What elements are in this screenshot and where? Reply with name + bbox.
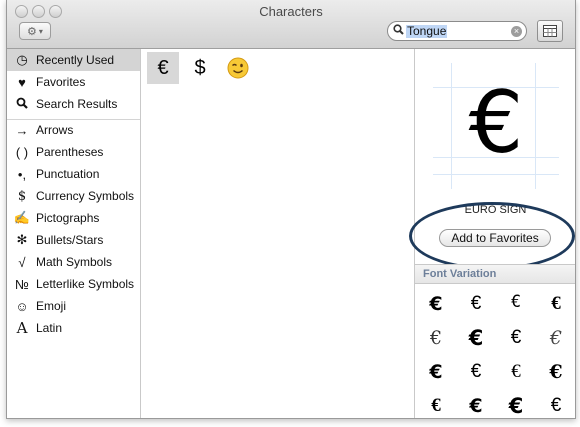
font-variation-cell[interactable]: € [497, 389, 535, 418]
font-variation-cell[interactable]: € [417, 321, 455, 355]
add-to-favorites-button[interactable]: Add to Favorites [439, 229, 551, 247]
character-cell[interactable]: $ [184, 52, 216, 84]
sidebar-item-parentheses[interactable]: ( ) Parentheses [7, 141, 140, 163]
search-input[interactable]: Tongue [406, 25, 448, 38]
sidebar-item-label: Emoji [36, 299, 67, 313]
font-variation-cell[interactable]: € [457, 389, 495, 418]
clear-search-icon[interactable]: × [511, 26, 522, 37]
sidebar-item-label: Arrows [36, 123, 74, 137]
guide-line [433, 174, 559, 175]
sidebar-item-pictographs[interactable]: ✍ Pictographs [7, 207, 140, 229]
sidebar-item-math-symbols[interactable]: √ Math Symbols [7, 251, 140, 273]
square-root-icon: √ [18, 254, 26, 270]
characters-window: Characters ⚙ ▾ Tongue × ◷ Recently Used … [6, 0, 576, 419]
font-variation-header: Font Variation [415, 264, 575, 284]
search-icon [393, 24, 404, 38]
font-variation-cell[interactable]: € [537, 389, 575, 418]
letter-a-icon: A [16, 319, 28, 337]
character-detail-panel: € EURO SIGN Add to Favorites Font Variat… [409, 49, 575, 418]
winking-face-icon [227, 57, 249, 79]
character-palette-button[interactable] [537, 20, 563, 42]
clock-icon: ◷ [16, 52, 28, 67]
numero-icon: № [15, 276, 29, 292]
sidebar-item-label: Bullets/Stars [36, 233, 104, 247]
font-variation-cell[interactable]: € [537, 355, 575, 389]
sidebar-item-label: Pictographs [36, 211, 100, 225]
font-variation-cell[interactable]: € [417, 389, 455, 418]
title-bar: Characters ⚙ ▾ Tongue × [7, 0, 575, 49]
window-title: Characters [259, 4, 323, 19]
font-variation-cell[interactable]: € [537, 321, 575, 355]
sidebar-item-label: Letterlike Symbols [36, 277, 135, 291]
font-variation-cell[interactable]: € [417, 355, 455, 389]
font-variation-cell[interactable]: € [497, 355, 535, 389]
sidebar-item-label: Currency Symbols [36, 189, 135, 203]
sidebar-item-punctuation[interactable]: •, Punctuation [7, 163, 140, 185]
pictograph-icon: ✍ [13, 210, 31, 225]
character-cell[interactable]: € [147, 52, 179, 84]
sidebar-item-emoji[interactable]: ☺ Emoji [7, 295, 140, 317]
character-cell[interactable] [222, 52, 254, 84]
smiley-icon: ☺ [15, 298, 29, 314]
sidebar-item-label: Search Results [36, 97, 118, 111]
preview-glyph: € [468, 73, 524, 173]
font-variation-cell[interactable]: € [497, 285, 535, 319]
sidebar-item-label: Favorites [36, 75, 86, 89]
heart-icon: ♥ [18, 74, 26, 90]
grid-icon [543, 25, 557, 37]
sidebar-item-currency-symbols[interactable]: $ Currency Symbols [7, 185, 140, 207]
category-sidebar: ◷ Recently Used ♥ Favorites Search Resul… [7, 49, 141, 418]
font-variation-cell[interactable]: € [537, 287, 575, 321]
gear-icon: ⚙ [27, 25, 37, 38]
sidebar-item-bullets-stars[interactable]: ✻ Bullets/Stars [7, 229, 140, 251]
font-variation-cell[interactable]: € [417, 287, 455, 321]
character-grid: € $ [141, 49, 413, 418]
sidebar-item-label: Latin [36, 321, 63, 335]
search-icon [13, 97, 31, 112]
chevron-down-icon: ▾ [38, 26, 43, 36]
asterisk-icon: ✻ [16, 232, 28, 247]
sidebar-item-search-results[interactable]: Search Results [7, 93, 140, 115]
sidebar-item-favorites[interactable]: ♥ Favorites [7, 71, 140, 93]
sidebar-item-letterlike-symbols[interactable]: № Letterlike Symbols [7, 273, 140, 295]
sidebar-item-arrows[interactable]: → Arrows [7, 119, 140, 141]
search-field[interactable]: Tongue × [387, 21, 527, 41]
sidebar-item-latin[interactable]: A Latin [7, 317, 140, 339]
punctuation-icon: •, [17, 166, 27, 182]
sidebar-item-label: Parentheses [36, 145, 104, 159]
sidebar-item-label: Recently Used [36, 53, 115, 67]
font-variation-cell[interactable]: € [457, 321, 495, 355]
font-variation-cell[interactable]: € [457, 287, 495, 321]
font-variation-cell[interactable]: € [457, 355, 495, 389]
glyph-preview: € [433, 63, 559, 189]
font-variation-cell[interactable]: € [497, 321, 535, 355]
action-menu-button[interactable]: ⚙ ▾ [19, 22, 51, 40]
sidebar-item-label: Punctuation [36, 167, 100, 181]
arrow-icon: → [15, 122, 29, 138]
dollar-icon: $ [17, 188, 27, 204]
parentheses-icon: ( ) [15, 144, 29, 160]
sidebar-item-label: Math Symbols [36, 255, 113, 269]
sidebar-item-recently-used[interactable]: ◷ Recently Used [7, 49, 140, 71]
